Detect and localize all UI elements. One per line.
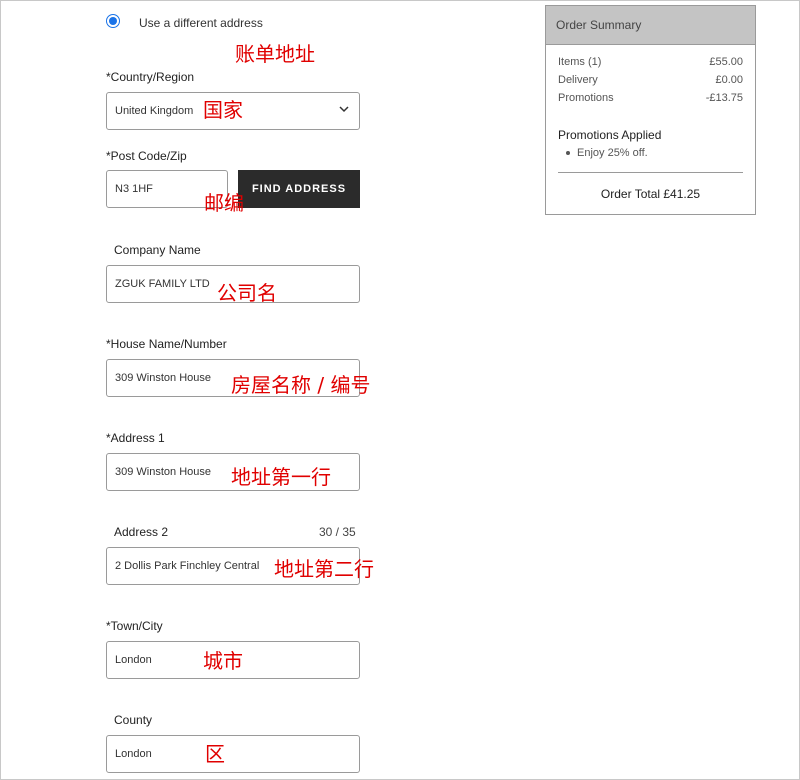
county-label: County <box>114 713 153 727</box>
annotation-address1: 地址第一行 <box>231 465 331 489</box>
order-summary-panel: Order Summary Items (1) £55.00 Delivery … <box>545 5 756 215</box>
address2-char-counter: 30 / 35 <box>319 525 356 539</box>
summary-promotions-row: Promotions -£13.75 <box>558 92 743 104</box>
annotation-county: 区 <box>205 742 225 766</box>
annotation-country: 国家 <box>203 98 243 122</box>
annotation-billing-address: 账单地址 <box>235 42 315 66</box>
country-select-value: United Kingdom <box>115 105 194 117</box>
annotation-house: 房屋名称 / 编号 <box>231 373 371 397</box>
items-label: Items (1) <box>558 56 602 68</box>
order-summary-title: Order Summary <box>546 6 755 45</box>
house-label: *House Name/Number <box>106 337 227 351</box>
radio-selected-dot <box>109 17 117 25</box>
county-input[interactable]: London <box>106 735 360 773</box>
country-label: *Country/Region <box>106 70 195 84</box>
order-total: Order Total £41.25 <box>600 187 701 201</box>
chevron-down-icon <box>339 106 349 113</box>
summary-delivery-row: Delivery £0.00 <box>558 74 743 86</box>
annotation-town: 城市 <box>203 649 243 673</box>
promotions-value: -£13.75 <box>705 92 743 104</box>
bullet-icon <box>566 151 570 156</box>
annotation-address2: 地址第二行 <box>274 557 374 581</box>
different-address-label[interactable]: Use a different address <box>139 16 263 30</box>
delivery-value: £0.00 <box>715 74 743 86</box>
town-label: *Town/City <box>106 619 163 633</box>
find-address-button[interactable]: FIND ADDRESS <box>238 170 360 208</box>
promotions-label: Promotions <box>558 92 614 104</box>
address2-label: Address 2 <box>114 525 169 539</box>
promotion-item: Enjoy 25% off. <box>566 147 648 159</box>
promotions-applied-title: Promotions Applied <box>558 128 662 142</box>
address1-label: *Address 1 <box>106 431 165 445</box>
postcode-label: *Post Code/Zip <box>106 149 187 163</box>
items-value: £55.00 <box>709 56 743 68</box>
summary-divider <box>558 172 743 173</box>
promotion-item-text: Enjoy 25% off. <box>577 147 648 159</box>
company-label: Company Name <box>114 243 201 257</box>
summary-items-row: Items (1) £55.00 <box>558 56 743 68</box>
annotation-company: 公司名 <box>217 281 277 305</box>
delivery-label: Delivery <box>558 74 598 86</box>
annotation-postcode: 邮编 <box>204 191 244 215</box>
different-address-radio[interactable] <box>106 14 120 28</box>
